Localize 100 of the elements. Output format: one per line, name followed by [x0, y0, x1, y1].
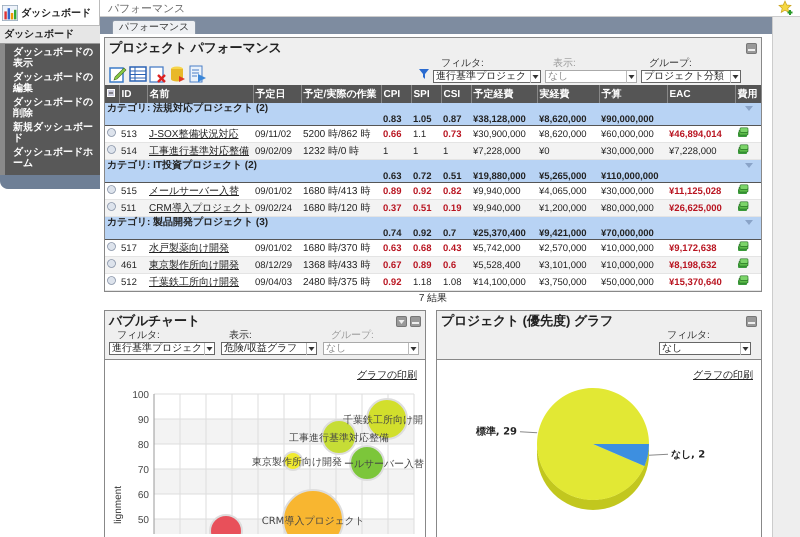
caret-icon — [306, 342, 316, 354]
table-cell: ¥3,750,000 — [537, 274, 599, 290]
column-header[interactable]: 費用 — [735, 85, 761, 103]
table-cell: 1.1 — [411, 126, 441, 142]
column-header[interactable]: EAC — [667, 85, 735, 103]
sidebar-link[interactable]: ダッシュボードホーム — [13, 147, 97, 169]
row-bullet-icon[interactable] — [107, 145, 116, 154]
table-cell: 1.05 — [411, 114, 441, 126]
table-cell: 0.7 — [441, 228, 471, 240]
money-icon[interactable] — [737, 241, 749, 252]
column-header[interactable]: 実経費 — [537, 85, 599, 103]
database-icon[interactable] — [169, 65, 187, 83]
table-icon[interactable] — [129, 65, 147, 83]
pie-label: 標準, 29 — [476, 426, 517, 438]
dropdown-icon[interactable] — [396, 316, 407, 326]
table-cell: ¥90,000,000 — [599, 114, 667, 126]
caret-icon — [740, 342, 750, 354]
export-icon[interactable] — [189, 65, 207, 83]
pie-label: なし, 2 — [671, 449, 706, 460]
money-icon[interactable] — [737, 201, 749, 212]
money-icon[interactable] — [737, 184, 749, 195]
filter-dropdown[interactable]: 進行基準プロジェク — [433, 70, 541, 83]
collapse-icon[interactable] — [107, 88, 115, 96]
filter-dropdown[interactable]: なし — [659, 342, 751, 355]
sidebar-section-header[interactable]: ダッシュボード — [0, 26, 100, 44]
print-chart-link[interactable]: グラフの印刷 — [693, 368, 753, 382]
money-icon[interactable] — [737, 127, 749, 138]
column-header[interactable]: CSI — [441, 85, 471, 103]
table-cell: 0.51 — [411, 200, 441, 216]
table-cell: ¥10,000,000 — [599, 256, 667, 274]
table-cell: ¥50,000,000 — [599, 274, 667, 290]
leader-line — [648, 454, 668, 456]
filter-dropdown[interactable]: 進行基準プロジェク — [109, 342, 215, 355]
group-header: カテゴリ: 製品開発プロジェクト (3) — [105, 216, 735, 228]
print-chart-link[interactable]: グラフの印刷 — [357, 368, 417, 382]
panel-title: プロジェクト (優先度) グラフ — [441, 312, 613, 330]
column-header[interactable]: 予定/実際の作業 — [301, 85, 381, 103]
sidebar-link[interactable]: ダッシュボードの編集 — [13, 72, 97, 94]
column-header[interactable]: ID — [119, 85, 147, 103]
caret-icon — [530, 70, 540, 82]
table-cell: ¥30,900,000 — [471, 126, 537, 142]
table-cell: 1 — [441, 142, 471, 160]
delete-document-icon[interactable] — [149, 65, 167, 83]
star-add-icon[interactable] — [778, 0, 794, 16]
column-header[interactable]: 予定経費 — [471, 85, 537, 103]
minimize-icon[interactable] — [410, 316, 421, 326]
column-header[interactable]: 予算 — [599, 85, 667, 103]
table-cell: 09/01/02 — [253, 240, 301, 256]
table-cell: ¥7,228,000 — [471, 142, 537, 160]
minimize-icon[interactable] — [746, 316, 757, 326]
filter-dropdown[interactable]: 危険/収益グラフ — [221, 342, 317, 355]
table-cell: ¥0 — [537, 142, 599, 160]
column-header[interactable]: 名前 — [147, 85, 253, 103]
minimize-icon[interactable] — [746, 42, 757, 54]
filter-dropdown[interactable]: プロジェクト分類 — [641, 70, 741, 83]
table-cell: ¥30,000,000 — [599, 182, 667, 200]
table-cell: ¥38,128,000 — [471, 114, 537, 126]
panel-title: バブルチャート — [109, 312, 200, 330]
table-cell: 1680 時/370 時 — [301, 240, 381, 256]
tab[interactable]: パフォーマンス — [112, 20, 196, 34]
project-link[interactable]: メールサーバー入替 — [149, 186, 239, 197]
filter-label: グループ: — [330, 330, 375, 341]
row-bullet-icon[interactable] — [107, 276, 116, 285]
axis-tick-label: 70 — [138, 465, 149, 476]
table-cell: 1368 時/433 時 — [301, 256, 381, 274]
caret-icon — [626, 70, 636, 82]
money-icon[interactable] — [737, 258, 749, 269]
money-icon[interactable] — [737, 275, 749, 286]
column-header[interactable]: SPI — [411, 85, 441, 103]
table-cell: ¥30,000,000 — [599, 142, 667, 160]
axis-tick-label: 100 — [132, 390, 149, 401]
row-bullet-icon[interactable] — [107, 128, 116, 137]
table-cell: 1680 時/120 時 — [301, 200, 381, 216]
table-cell: ¥9,172,638 — [667, 240, 735, 256]
column-header[interactable]: 予定日 — [253, 85, 301, 103]
table-cell: 09/04/03 — [253, 274, 301, 290]
column-header[interactable]: CPI — [381, 85, 411, 103]
filter-label: フィルタ: — [666, 330, 711, 341]
row-bullet-icon[interactable] — [107, 202, 116, 211]
table-cell: 514 — [119, 142, 147, 160]
row-bullet-icon[interactable] — [107, 185, 116, 194]
row-bullet-icon[interactable] — [107, 259, 116, 268]
table-cell: ¥19,880,000 — [471, 171, 537, 182]
sidebar-link[interactable]: ダッシュボードの表示 — [13, 47, 97, 69]
table-cell: 0.89 — [411, 256, 441, 274]
sidebar-link[interactable]: ダッシュボードの削除 — [13, 97, 97, 119]
table-cell: ¥11,125,028 — [667, 182, 735, 200]
header-cell[interactable] — [105, 85, 119, 103]
table-cell: ¥26,625,000 — [667, 200, 735, 216]
table-cell: 0.68 — [411, 240, 441, 256]
table-cell: ¥9,940,000 — [471, 182, 537, 200]
money-icon[interactable] — [737, 144, 749, 155]
row-bullet-icon[interactable] — [107, 242, 116, 251]
table-cell: 0.19 — [441, 200, 471, 216]
table-cell: ¥10,000,000 — [599, 240, 667, 256]
group-header: カテゴリ: 法規対応プロジェクト (2) — [105, 103, 735, 114]
edit-icon[interactable] — [109, 65, 127, 83]
sidebar-link[interactable]: 新規ダッシュボード — [13, 122, 97, 144]
table-cell: ¥80,000,000 — [599, 200, 667, 216]
table-cell: 0.67 — [381, 256, 411, 274]
